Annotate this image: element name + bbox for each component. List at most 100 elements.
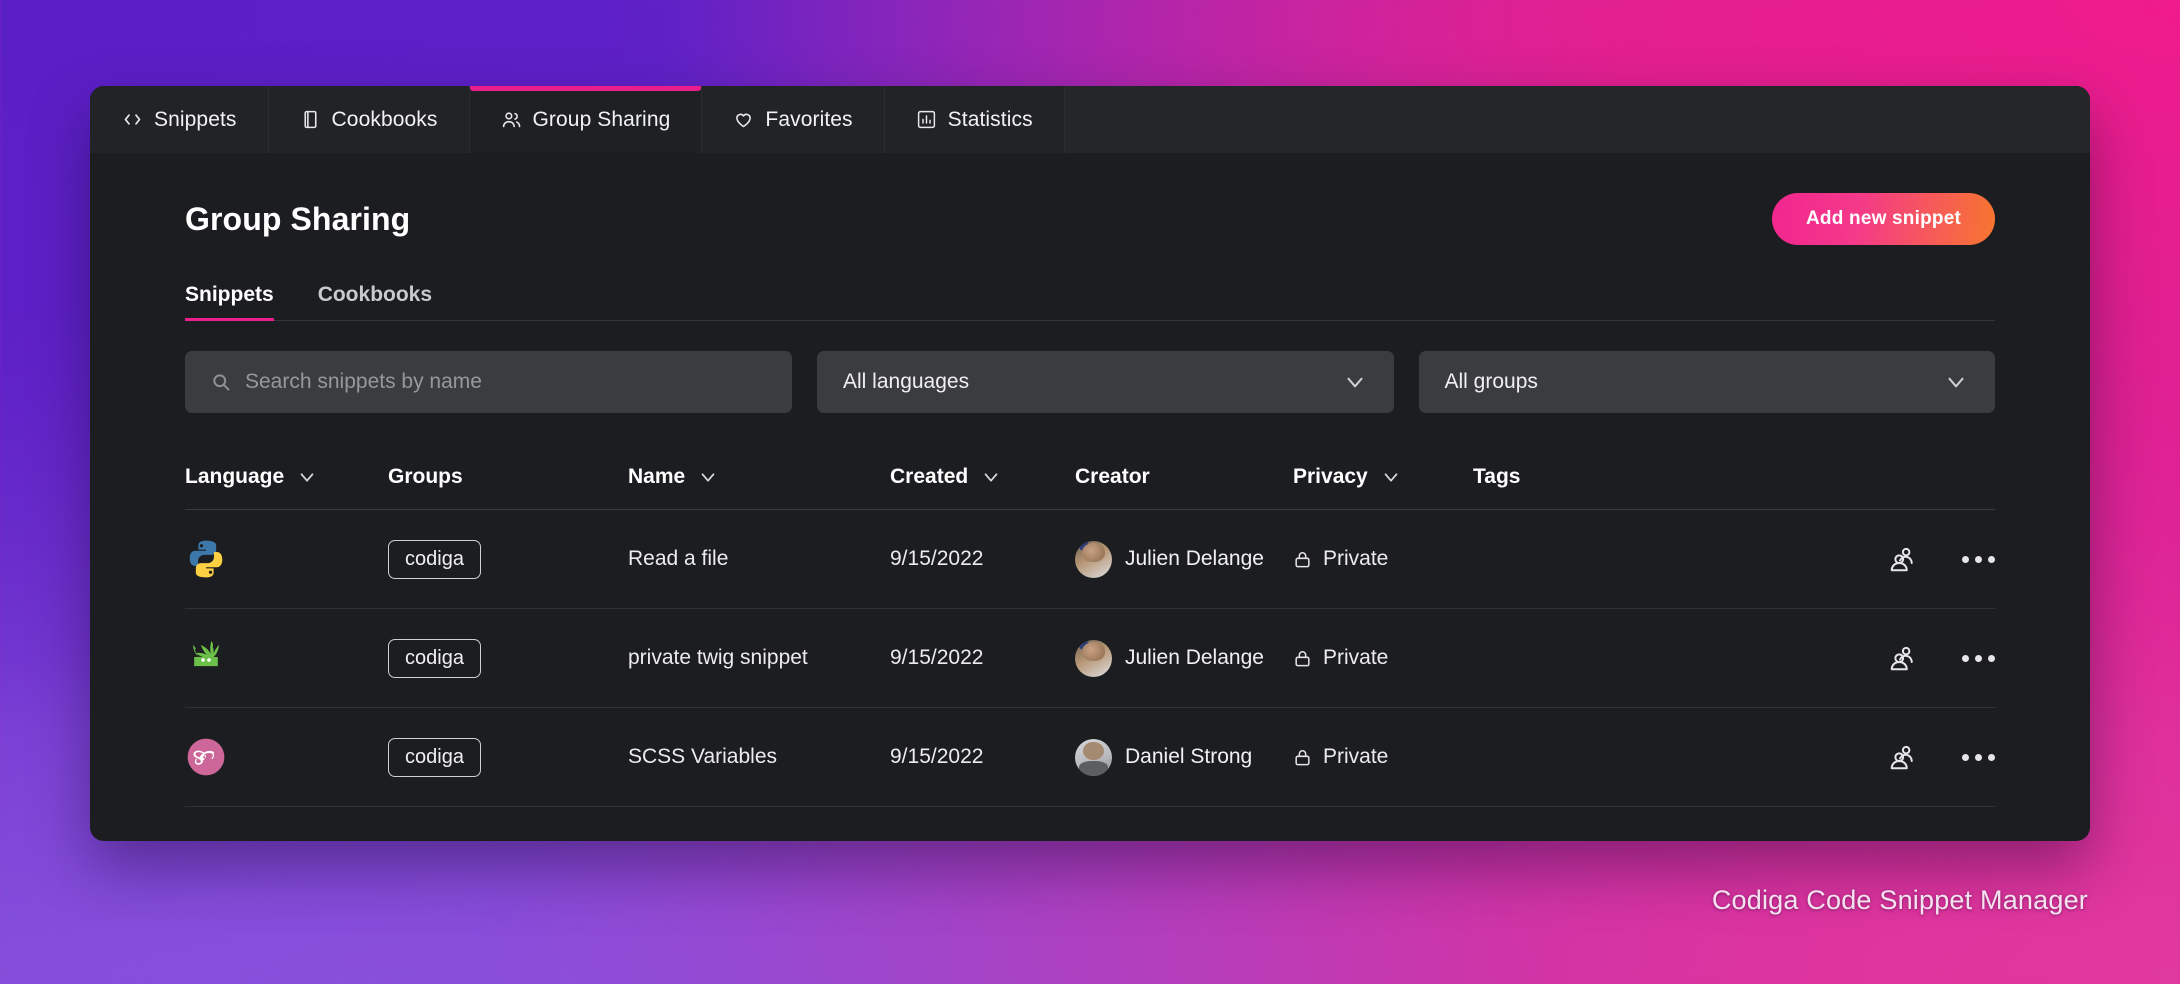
- tab-group-sharing[interactable]: Group Sharing: [469, 86, 703, 153]
- cell-name[interactable]: Read a file: [628, 547, 890, 571]
- column-label: Language: [185, 465, 285, 488]
- main-tabbar: Snippets Cookbooks Group Sharing Favorit…: [90, 86, 2090, 153]
- search-placeholder: Search snippets by name: [245, 370, 482, 393]
- subtab-label: Snippets: [185, 283, 274, 306]
- tab-label: Snippets: [154, 107, 237, 131]
- group-filter-select[interactable]: All groups: [1418, 351, 1995, 413]
- cell-name[interactable]: SCSS Variables: [628, 745, 890, 769]
- column-label: Tags: [1473, 465, 1521, 488]
- table-row[interactable]: codiga SCSS Variables 9/15/2022 Daniel S…: [185, 708, 1995, 807]
- group-badge[interactable]: codiga: [388, 539, 481, 579]
- lock-icon: [1293, 549, 1312, 570]
- cell-creator: Julien Delange: [1075, 639, 1293, 677]
- sass-logo-icon: [187, 738, 225, 776]
- cell-language: [185, 538, 388, 580]
- row-menu-button[interactable]: [1962, 753, 1995, 761]
- column-header-actions: [1835, 467, 1995, 497]
- cell-groups: codiga: [388, 737, 628, 777]
- search-icon: [211, 372, 231, 392]
- cell-created: 9/15/2022: [890, 745, 984, 768]
- users-icon: [501, 109, 522, 130]
- share-users-icon[interactable]: [1888, 742, 1918, 772]
- share-users-icon[interactable]: [1888, 643, 1918, 673]
- privacy-badge: Private: [1293, 646, 1388, 670]
- chevron-down-icon: [1943, 369, 1969, 395]
- privacy-label: Private: [1323, 745, 1389, 768]
- language-filter-value: All languages: [843, 370, 970, 393]
- subtab-cookbooks[interactable]: Cookbooks: [318, 283, 432, 320]
- creator: Julien Delange: [1075, 540, 1264, 578]
- cell-name[interactable]: private twig snippet: [628, 646, 890, 670]
- table-row[interactable]: codiga private twig snippet 9/15/2022 Ju…: [185, 609, 1995, 708]
- tab-statistics[interactable]: Statistics: [884, 86, 1065, 153]
- table-body: codiga Read a file 9/15/2022 Julien Dela…: [185, 510, 1995, 807]
- creator: Daniel Strong: [1075, 738, 1253, 776]
- avatar: [1075, 540, 1112, 578]
- cell-groups: codiga: [388, 638, 628, 678]
- column-label: Created: [890, 465, 969, 488]
- page-title: Group Sharing: [185, 200, 411, 237]
- sort-chevron-down-icon: [1380, 466, 1402, 488]
- privacy-label: Private: [1323, 646, 1389, 669]
- book-icon: [300, 109, 321, 130]
- column-header-creator: Creator: [1075, 455, 1293, 509]
- tab-label: Group Sharing: [532, 107, 671, 131]
- page-header: Group Sharing Add new snippet: [185, 153, 1995, 245]
- creator-name: Julien Delange: [1125, 645, 1264, 669]
- tabbar-filler: [1064, 86, 2090, 153]
- code-brackets-icon: [122, 109, 143, 130]
- bar-chart-icon: [916, 109, 937, 130]
- table-header-row: Language Groups Name Created Creator Pri…: [185, 455, 1995, 510]
- app-window: Snippets Cookbooks Group Sharing Favorit…: [90, 86, 2090, 841]
- sort-chevron-down-icon: [980, 466, 1002, 488]
- column-header-language[interactable]: Language: [185, 455, 388, 509]
- add-new-snippet-button[interactable]: Add new snippet: [1772, 193, 1995, 245]
- tab-label: Cookbooks: [331, 107, 438, 131]
- sort-chevron-down-icon: [296, 466, 318, 488]
- tab-label: Statistics: [947, 107, 1033, 131]
- row-menu-button[interactable]: [1962, 654, 1995, 662]
- table-row[interactable]: codiga Read a file 9/15/2022 Julien Dela…: [185, 510, 1995, 609]
- group-badge[interactable]: codiga: [388, 638, 481, 678]
- column-label: Name: [628, 465, 686, 488]
- column-header-name[interactable]: Name: [628, 455, 890, 509]
- avatar: [1075, 639, 1112, 677]
- cell-created: 9/15/2022: [890, 547, 984, 570]
- filter-bar: Search snippets by name All languages Al…: [185, 351, 1995, 413]
- column-label: Groups: [388, 465, 463, 488]
- page-content: Group Sharing Add new snippet Snippets C…: [90, 153, 2090, 841]
- column-header-created[interactable]: Created: [890, 455, 1075, 509]
- column-header-privacy[interactable]: Privacy: [1293, 455, 1473, 509]
- sort-chevron-down-icon: [697, 466, 719, 488]
- cell-actions: [1835, 643, 1995, 673]
- privacy-badge: Private: [1293, 547, 1388, 571]
- subtab-label: Cookbooks: [317, 283, 433, 306]
- avatar: [1075, 738, 1112, 776]
- lock-icon: [1293, 747, 1312, 768]
- tab-favorites[interactable]: Favorites: [702, 86, 885, 153]
- subtab-snippets[interactable]: Snippets: [185, 283, 274, 321]
- group-badge[interactable]: codiga: [388, 737, 481, 777]
- share-users-icon[interactable]: [1888, 544, 1918, 574]
- tab-cookbooks[interactable]: Cookbooks: [268, 86, 470, 153]
- language-filter-select[interactable]: All languages: [817, 351, 1394, 413]
- cell-created: 9/15/2022: [890, 646, 984, 669]
- privacy-label: Private: [1323, 547, 1389, 570]
- snippets-table: Language Groups Name Created Creator Pri…: [185, 455, 1995, 807]
- tab-snippets[interactable]: Snippets: [90, 86, 269, 153]
- caption: Codiga Code Snippet Manager: [1711, 885, 2088, 915]
- creator: Julien Delange: [1075, 639, 1264, 677]
- heart-icon: [733, 109, 754, 130]
- twig-logo-icon: [192, 640, 220, 667]
- cell-privacy: Private: [1293, 646, 1473, 670]
- creator-name: Daniel Strong: [1125, 744, 1253, 768]
- row-menu-button[interactable]: [1962, 555, 1995, 563]
- search-input[interactable]: Search snippets by name: [185, 351, 792, 413]
- cell-privacy: Private: [1293, 745, 1473, 769]
- column-header-groups: Groups: [388, 455, 628, 509]
- column-header-tags: Tags: [1473, 455, 1835, 509]
- column-label: Creator: [1075, 465, 1150, 488]
- cell-groups: codiga: [388, 539, 628, 579]
- cell-creator: Daniel Strong: [1075, 738, 1293, 776]
- cell-actions: [1835, 742, 1995, 772]
